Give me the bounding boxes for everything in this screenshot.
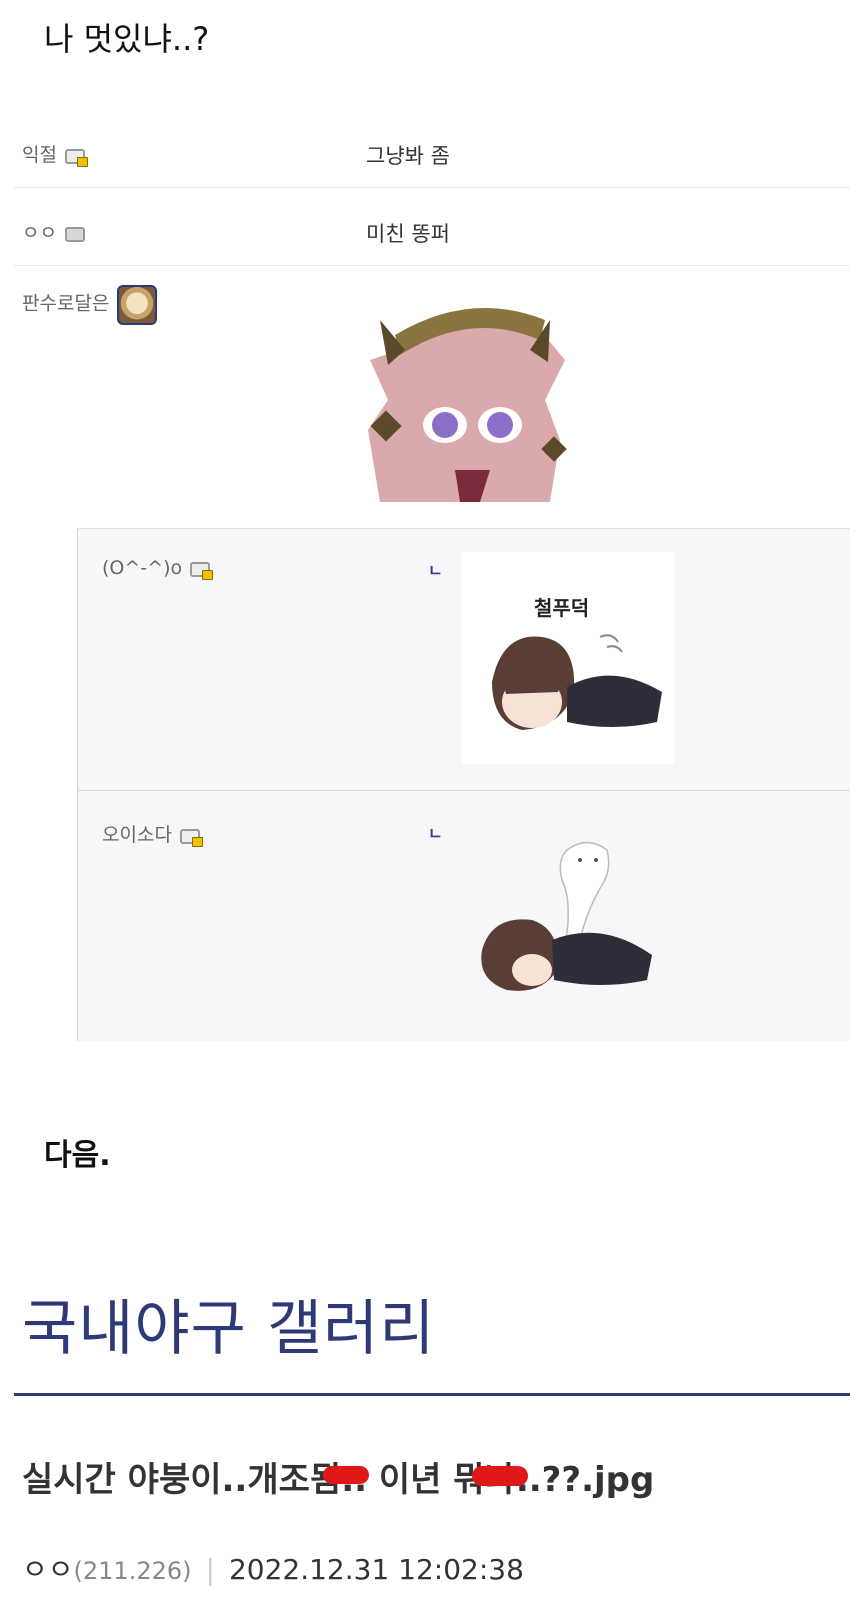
post-datetime: 2022.12.31 12:02:38 xyxy=(228,1553,524,1586)
reply-nick[interactable]: (O^-^)o xyxy=(102,557,182,579)
gallery-title[interactable]: 국내야구 갤러리 xyxy=(22,1280,435,1367)
section-title: 다음. xyxy=(44,1138,111,1173)
comment-text: 그냥봐 좀 xyxy=(366,144,450,168)
comment-row: ㅇㅇ 미친 똥퍼 xyxy=(22,218,850,264)
lying-girl-ghost-sticker xyxy=(481,841,652,991)
comment-nick[interactable]: ㅇㅇ xyxy=(22,222,57,244)
member-badge-icon xyxy=(190,562,214,580)
top-caption: 나 멋있냐..? xyxy=(44,20,210,58)
reply-indicator: ㄴ xyxy=(428,824,443,843)
member-badge-icon xyxy=(64,149,88,167)
reply-indicator: ㄴ xyxy=(428,561,443,580)
post-ip: (211.226) xyxy=(73,1557,192,1585)
post-author[interactable]: ㅇㅇ xyxy=(22,1553,74,1586)
comment-row: 익절 그냥봐 좀 xyxy=(22,140,850,186)
lying-girl-sticker: 철푸덕 xyxy=(462,552,674,764)
divider xyxy=(14,187,850,188)
redaction-mark xyxy=(323,1466,369,1484)
divider xyxy=(78,790,850,791)
anime-girl-sticker xyxy=(368,308,567,502)
divider xyxy=(14,265,850,266)
comment-text: 미친 똥퍼 xyxy=(366,222,450,246)
redaction-mark xyxy=(472,1466,528,1486)
gallery-rule xyxy=(14,1393,850,1396)
post-meta: ㅇㅇ(211.226) | 2022.12.31 12:02:38 xyxy=(22,1548,524,1588)
dog-avatar-icon xyxy=(117,285,158,325)
meta-separator: | xyxy=(205,1553,215,1586)
comment-nick[interactable]: 익절 xyxy=(22,144,57,166)
comment-nick[interactable]: 판수로달은 xyxy=(22,293,109,315)
member-badge-icon xyxy=(179,829,203,847)
member-badge-icon xyxy=(64,227,85,242)
reply-nick[interactable]: 오이소다 xyxy=(102,824,172,846)
